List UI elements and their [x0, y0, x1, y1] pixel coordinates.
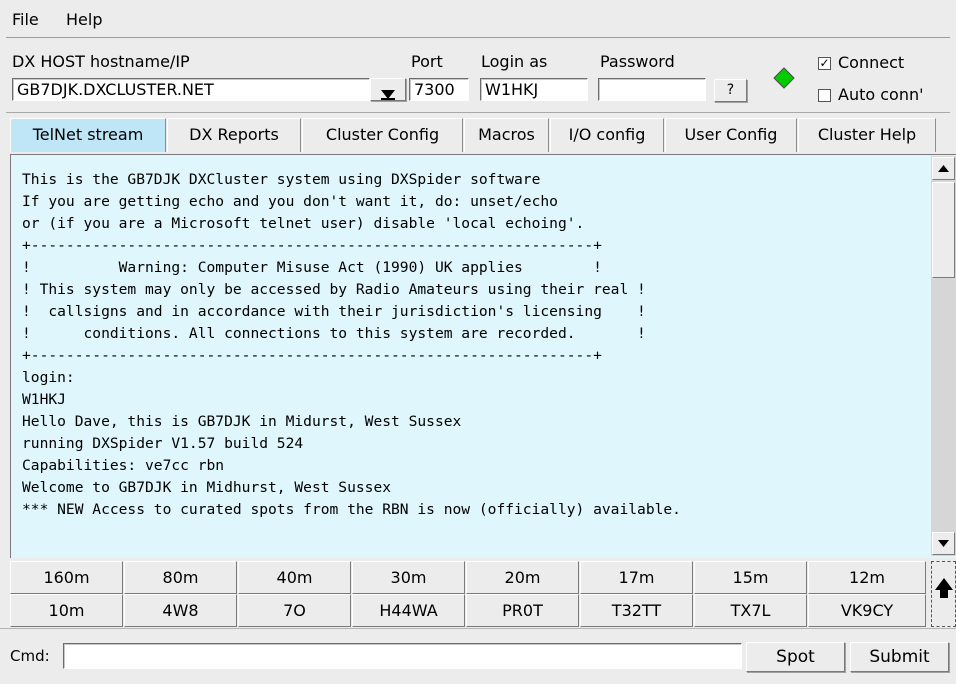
host-dropdown-button[interactable]: [370, 78, 406, 101]
login-input[interactable]: W1HKJ: [480, 78, 588, 101]
cmd-input[interactable]: [63, 643, 742, 669]
band-button-160m[interactable]: 160m: [10, 561, 123, 594]
dx-button-h44wa[interactable]: H44WA: [352, 594, 465, 627]
up-arrow-icon: [934, 578, 953, 598]
dx-button-tx7l[interactable]: TX7L: [694, 594, 807, 627]
password-input[interactable]: [598, 78, 706, 101]
band-button-17m[interactable]: 17m: [580, 561, 693, 594]
dx-button-vk9cy[interactable]: VK9CY: [808, 594, 926, 627]
scroll-up-icon: [938, 165, 949, 172]
scroll-thumb[interactable]: [932, 182, 955, 278]
band-button-10m[interactable]: 10m: [10, 594, 123, 627]
menu-help[interactable]: Help: [66, 10, 102, 29]
password-help-button[interactable]: ?: [714, 79, 747, 102]
tab-cluster-help[interactable]: Cluster Help: [798, 118, 936, 152]
host-label: DX HOST hostname/IP: [12, 52, 190, 71]
connect-checkbox[interactable]: ✓: [818, 57, 831, 70]
autoconn-label: Auto conn': [838, 85, 924, 104]
spot-button[interactable]: Spot: [746, 642, 845, 672]
scroll-down-button[interactable]: [932, 532, 955, 555]
connect-label: Connect: [838, 53, 905, 72]
port-label: Port: [411, 52, 443, 71]
terminal-scrollbar[interactable]: [931, 156, 956, 556]
tab-user-config[interactable]: User Config: [665, 118, 797, 152]
dx-button-t32tt[interactable]: T32TT: [580, 594, 693, 627]
band-button-15m[interactable]: 15m: [694, 561, 807, 594]
dropdown-arrow-icon: [380, 85, 396, 104]
dx-button-4w8[interactable]: 4W8: [124, 594, 237, 627]
menu-bar: File Help: [0, 0, 956, 36]
dx-button-pr0t[interactable]: PR0T: [466, 594, 579, 627]
tab-cluster-config[interactable]: Cluster Config: [302, 118, 463, 152]
login-label: Login as: [481, 52, 548, 71]
check-icon: ✓: [819, 56, 830, 70]
dx-button-7o[interactable]: 7O: [238, 594, 351, 627]
scroll-down-icon: [938, 540, 949, 547]
band-button-20m[interactable]: 20m: [466, 561, 579, 594]
telnet-text: This is the GB7DJK DXCluster system usin…: [22, 171, 681, 518]
band-button-80m[interactable]: 80m: [124, 561, 237, 594]
menu-file[interactable]: File: [12, 10, 39, 29]
password-label: Password: [600, 52, 675, 71]
menu-divider: [6, 37, 950, 38]
band-button-12m[interactable]: 12m: [808, 561, 926, 594]
host-input[interactable]: GB7DJK.DXCLUSTER.NET: [12, 78, 370, 101]
connection-status-icon: [773, 67, 795, 89]
tab-io-config[interactable]: I/O config: [550, 118, 664, 152]
tab-macros[interactable]: Macros: [464, 118, 549, 152]
toggle-bands-button[interactable]: [931, 561, 956, 627]
submit-button[interactable]: Submit: [850, 642, 949, 672]
band-button-40m[interactable]: 40m: [238, 561, 351, 594]
telnet-stream-display[interactable]: This is the GB7DJK DXCluster system usin…: [10, 154, 956, 558]
port-input[interactable]: 7300: [409, 78, 469, 101]
command-divider: [0, 628, 956, 629]
scroll-up-button[interactable]: [932, 157, 955, 180]
section-divider: [6, 112, 950, 113]
tab-telnet-stream[interactable]: TelNet stream: [10, 118, 166, 152]
band-button-30m[interactable]: 30m: [352, 561, 465, 594]
tab-dx-reports[interactable]: DX Reports: [167, 118, 301, 152]
cmd-label: Cmd:: [10, 647, 50, 665]
autoconn-checkbox[interactable]: [818, 89, 831, 102]
